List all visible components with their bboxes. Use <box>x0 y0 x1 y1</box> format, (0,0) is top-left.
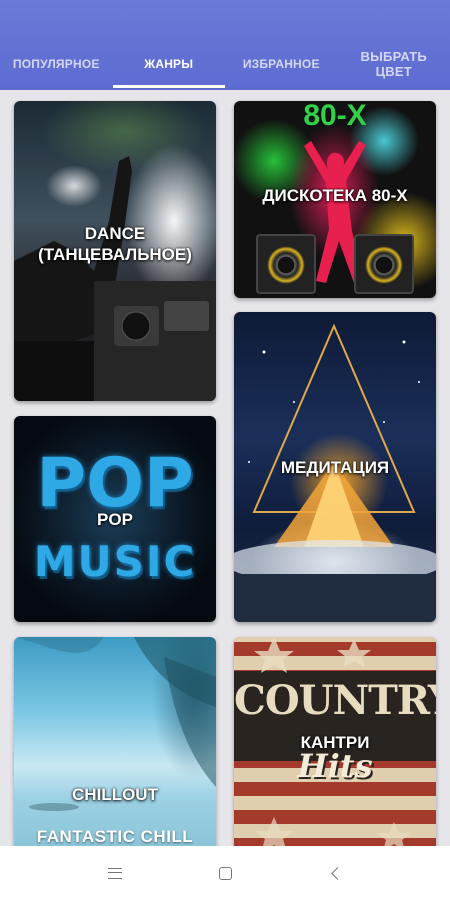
genre-card-country[interactable]: COUNTRY Hits КАНТРИ <box>234 637 436 846</box>
tab-choose-color-label: ВЫБРАТЬ ЦВЕТ <box>360 49 427 79</box>
home-square-icon <box>218 866 232 880</box>
palm-leaves <box>14 637 216 811</box>
genre-title-country: КАНТРИ <box>300 733 370 752</box>
genre-card-chillout[interactable]: CHILLOUT FANTASTIC CHILL <box>14 637 216 846</box>
genre-card-disco-80s[interactable]: 80-Х ДИСКОТЕКА 80-Х <box>234 101 436 298</box>
genre-title-chillout: CHILLOUT <box>72 785 158 804</box>
country-art-text-top: COUNTRY <box>234 677 436 724</box>
system-nav-bar <box>0 846 450 900</box>
genre-card-meditation[interactable]: МЕДИТАЦИЯ <box>234 312 436 622</box>
genre-title-disco-80s: ДИСКОТЕКА 80-Х <box>262 186 408 205</box>
active-tab-indicator <box>112 85 225 88</box>
tab-genres-label: ЖАНРЫ <box>144 56 194 71</box>
speaker-right <box>354 234 414 294</box>
genre-card-dance[interactable]: DANCE (ТАНЦЕВАЛЬНОЕ) <box>14 101 216 401</box>
back-button[interactable] <box>315 853 355 893</box>
menu-button[interactable] <box>95 853 135 893</box>
tab-bar: ПОПУЛЯРНОЕ ЖАНРЫ ИЗБРАННОЕ ВЫБРАТЬ ЦВЕТ <box>0 38 450 90</box>
genre-grid[interactable]: DANCE (ТАНЦЕВАЛЬНОЕ) 80-Х ДИСКОТЕКА 80-Х… <box>0 90 450 846</box>
tab-popular[interactable]: ПОПУЛЯРНОЕ <box>0 38 113 90</box>
back-icon <box>330 866 344 880</box>
genre-title-dance: DANCE (ТАНЦЕВАЛЬНОЕ) <box>38 224 192 264</box>
menu-icon <box>108 867 122 879</box>
genre-title-pop: POP <box>97 510 133 529</box>
speaker-left <box>256 234 316 294</box>
tab-favorites-label: ИЗБРАННОЕ <box>242 56 320 71</box>
tab-choose-color[interactable]: ВЫБРАТЬ ЦВЕТ <box>338 38 450 90</box>
pop-art-text-bottom: MUSIC <box>33 537 197 586</box>
tab-popular-label: ПОПУЛЯРНОЕ <box>12 56 100 71</box>
chillout-art-text: FANTASTIC CHILL <box>36 827 194 846</box>
genre-card-pop[interactable]: POP MUSIC POP <box>14 416 216 622</box>
tab-favorites[interactable]: ИЗБРАННОЕ <box>225 38 338 90</box>
genre-title-meditation: МЕДИТАЦИЯ <box>280 458 390 477</box>
app-header: ПОПУЛЯРНОЕ ЖАНРЫ ИЗБРАННОЕ ВЫБРАТЬ ЦВЕТ <box>0 0 450 90</box>
home-button[interactable] <box>205 853 245 893</box>
tab-genres[interactable]: ЖАНРЫ <box>112 38 225 90</box>
